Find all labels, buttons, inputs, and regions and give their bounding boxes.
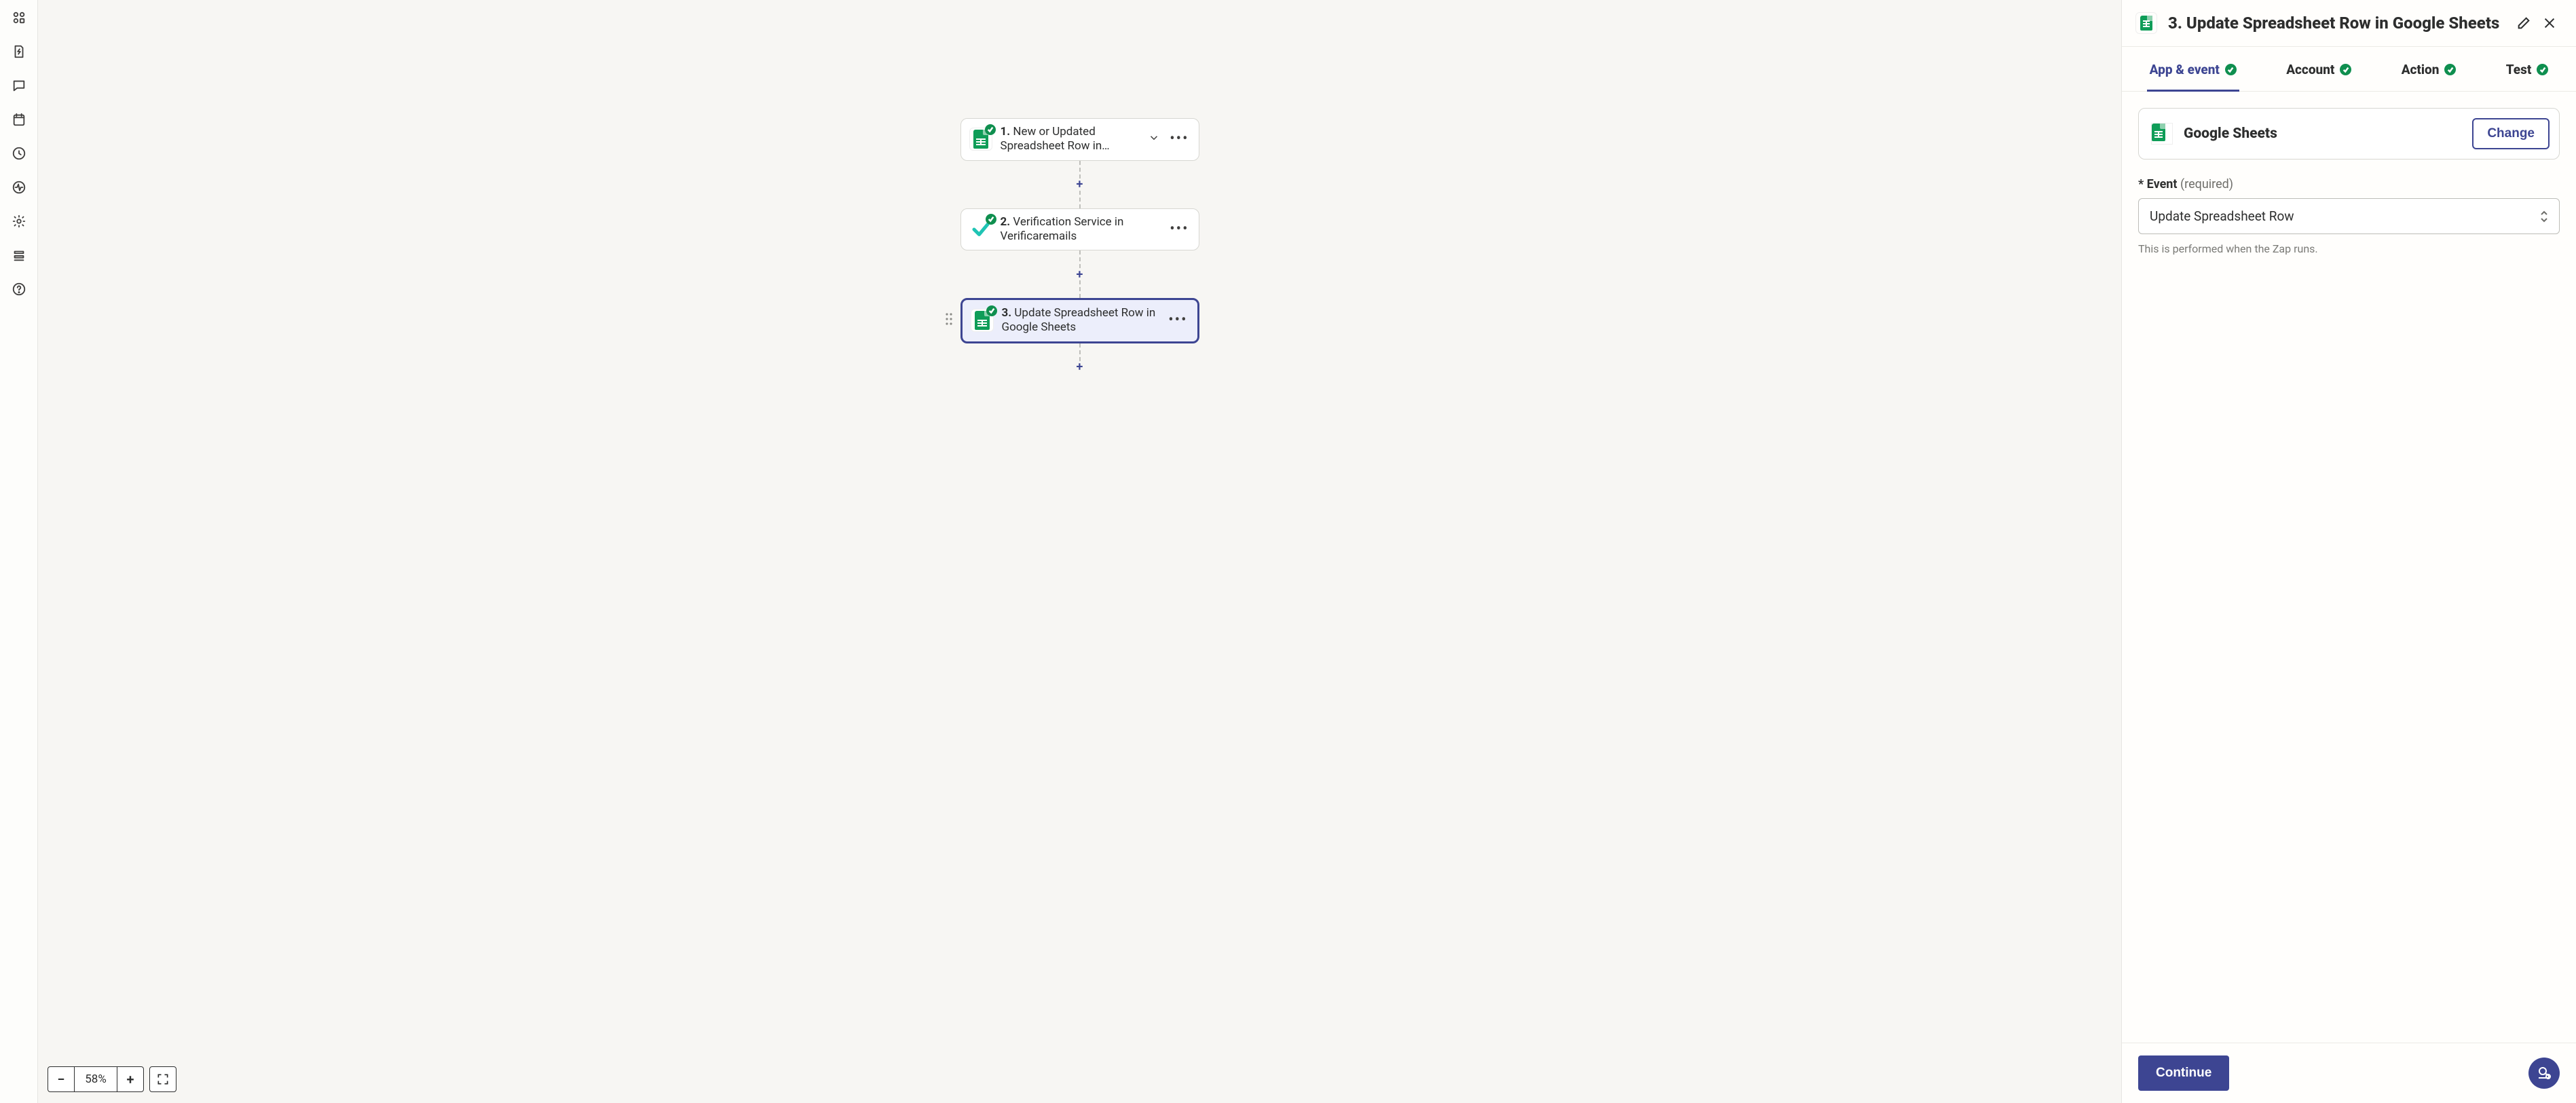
- app-card: Google Sheets Change: [2138, 108, 2560, 160]
- status-ok-icon: [985, 124, 996, 135]
- expand-icon[interactable]: [1148, 132, 1160, 147]
- google-sheets-icon: [971, 309, 994, 332]
- flow-node-1[interactable]: 1. New or Updated Spreadsheet Row in… ••…: [960, 118, 1199, 161]
- edge: [1079, 343, 1081, 361]
- zoom-out-button[interactable]: −: [48, 1066, 75, 1092]
- zoom-in-button[interactable]: +: [117, 1066, 144, 1092]
- panel-footer: Continue: [2122, 1043, 2576, 1103]
- panel-tabs: App & event Account Action Test: [2122, 47, 2576, 92]
- event-value: Update Spreadsheet Row: [2150, 208, 2294, 224]
- step-editor-panel: 3. Update Spreadsheet Row in Google Shee…: [2121, 0, 2576, 1103]
- node-title: 1. New or Updated Spreadsheet Row in…: [1001, 125, 1140, 154]
- edge: [1079, 161, 1081, 179]
- add-step-button[interactable]: +: [1074, 361, 1086, 373]
- apps-icon[interactable]: [11, 10, 27, 26]
- google-sheets-icon: [2151, 123, 2173, 145]
- canvas[interactable]: 1. New or Updated Spreadsheet Row in… ••…: [38, 0, 2121, 1103]
- event-helper: This is performed when the Zap runs.: [2138, 242, 2560, 255]
- rename-icon[interactable]: [2516, 16, 2531, 31]
- check-icon: [2444, 64, 2456, 75]
- node-menu-icon[interactable]: •••: [1170, 222, 1189, 237]
- close-icon[interactable]: [2542, 16, 2557, 31]
- node-title: 2. Verification Service in Verificaremai…: [1001, 215, 1162, 244]
- app-name: Google Sheets: [2184, 126, 2461, 142]
- event-label: * Event (required): [2138, 177, 2560, 191]
- flow-node-3[interactable]: 3. Update Spreadsheet Row in Google Shee…: [960, 298, 1199, 343]
- flow-node-2[interactable]: 2. Verification Service in Verificaremai…: [960, 208, 1199, 251]
- node-menu-icon[interactable]: •••: [1168, 313, 1187, 328]
- change-app-button[interactable]: Change: [2472, 118, 2550, 149]
- tab-test[interactable]: Test: [2503, 47, 2552, 91]
- settings-icon[interactable]: [11, 213, 27, 229]
- node-menu-icon[interactable]: •••: [1170, 132, 1189, 147]
- status-ok-icon: [986, 214, 996, 225]
- check-icon: [2225, 64, 2237, 75]
- add-step-button[interactable]: +: [1074, 268, 1086, 280]
- event-select[interactable]: Update Spreadsheet Row: [2138, 198, 2560, 234]
- tab-action[interactable]: Action: [2399, 47, 2459, 91]
- zoom-value: 58%: [75, 1066, 117, 1092]
- chat-icon[interactable]: [11, 77, 27, 94]
- zoom-controls: − 58% +: [48, 1066, 176, 1092]
- check-icon: [2340, 64, 2351, 75]
- flow: 1. New or Updated Spreadsheet Row in… ••…: [38, 0, 2121, 1103]
- edge: [1079, 191, 1081, 208]
- google-sheets-icon: [2135, 12, 2157, 34]
- google-sheets-icon: [969, 128, 992, 151]
- tab-app-event[interactable]: App & event: [2147, 47, 2239, 91]
- edge: [1079, 250, 1081, 268]
- panel-header: 3. Update Spreadsheet Row in Google Shee…: [2122, 0, 2576, 47]
- panel-title: 3. Update Spreadsheet Row in Google Shee…: [2168, 14, 2505, 33]
- edge: [1079, 280, 1081, 298]
- activity-icon[interactable]: [11, 179, 27, 195]
- select-chevrons-icon: [2540, 210, 2548, 223]
- left-rail: [0, 0, 38, 1103]
- clock-icon[interactable]: [11, 145, 27, 162]
- tab-account[interactable]: Account: [2283, 47, 2354, 91]
- panel-body: Google Sheets Change * Event (required) …: [2122, 92, 2576, 1043]
- add-step-button[interactable]: +: [1074, 179, 1086, 191]
- zap-doc-icon[interactable]: [11, 43, 27, 60]
- check-icon: [2537, 64, 2548, 75]
- fit-to-screen-button[interactable]: [149, 1066, 176, 1092]
- node-title: 3. Update Spreadsheet Row in Google Shee…: [1002, 306, 1161, 335]
- help-fab[interactable]: [2528, 1058, 2560, 1089]
- drag-handle-icon[interactable]: [945, 312, 953, 329]
- verificaremails-icon: [969, 218, 992, 241]
- help-icon[interactable]: [11, 281, 27, 297]
- continue-button[interactable]: Continue: [2138, 1055, 2229, 1091]
- status-ok-icon: [986, 305, 997, 316]
- stack-icon[interactable]: [11, 247, 27, 263]
- calendar-icon[interactable]: [11, 111, 27, 128]
